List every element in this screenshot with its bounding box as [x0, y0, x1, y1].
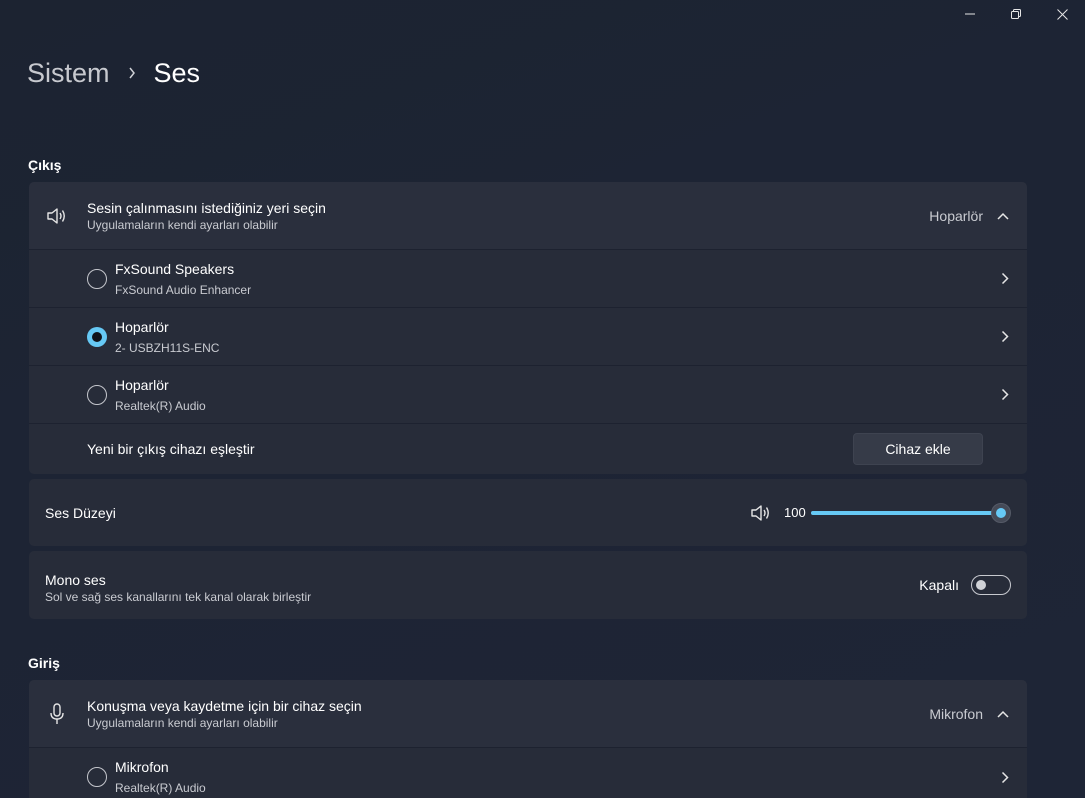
chevron-up-icon[interactable]: [997, 212, 1009, 220]
slider-thumb[interactable]: [991, 503, 1011, 523]
mono-text: Mono ses Sol ve sağ ses kanallarını tek …: [45, 571, 311, 605]
add-device-button[interactable]: Cihaz ekle: [853, 433, 983, 465]
section-label-input: Giriş: [28, 655, 60, 671]
device-detail: Realtek(R) Audio: [115, 781, 206, 795]
mono-title: Mono ses: [45, 572, 106, 588]
toggle-knob: [976, 580, 986, 590]
input-header-right: Mikrofon: [929, 706, 1009, 722]
microphone-icon: [45, 702, 69, 726]
device-radio[interactable]: [87, 767, 107, 787]
device-name: Mikrofon: [115, 759, 169, 775]
slider-fill: [811, 511, 1001, 515]
volume-label: Ses Düzeyi: [45, 505, 116, 521]
output-device-card: Sesin çalınmasını istediğiniz yeri seçin…: [29, 182, 1027, 474]
device-radio[interactable]: [87, 384, 107, 405]
window-controls: [947, 0, 1085, 28]
device-radio-selected[interactable]: [87, 326, 107, 347]
restore-icon: [1011, 9, 1021, 19]
output-device-header[interactable]: Sesin çalınmasını istediğiniz yeri seçin…: [29, 182, 1027, 250]
output-device-row[interactable]: Hoparlör Realtek(R) Audio: [29, 366, 1027, 424]
minimize-button[interactable]: [947, 0, 993, 28]
device-text: FxSound Speakers FxSound Audio Enhancer: [115, 260, 251, 298]
input-header-title: Konuşma veya kaydetme için bir cihaz seç…: [87, 697, 362, 714]
device-detail: 2- USBZH11S-ENC: [115, 340, 220, 355]
device-detail: FxSound Audio Enhancer: [115, 282, 252, 297]
device-text: Mikrofon Realtek(R) Audio: [115, 758, 206, 796]
output-header-text: Sesin çalınmasını istediğiniz yeri seçin…: [87, 199, 326, 233]
device-text: Hoparlör 2- USBZH11S-ENC: [115, 318, 219, 356]
input-device-card: Konuşma veya kaydetme için bir cihaz seç…: [29, 680, 1027, 798]
input-header-subtitle: Uygulamaların kendi ayarları olabilir: [87, 715, 278, 730]
output-header-right: Hoparlör: [929, 208, 1009, 224]
minimize-icon: [965, 13, 975, 15]
device-name: FxSound Speakers: [115, 260, 235, 277]
volume-slider[interactable]: [811, 503, 1011, 523]
speaker-icon: [45, 204, 69, 228]
speaker-icon[interactable]: [750, 503, 772, 528]
pair-text: Yeni bir çıkış cihazı eşleştir: [87, 440, 255, 458]
pair-label: Yeni bir çıkış cihazı eşleştir: [87, 441, 255, 457]
close-icon: [1056, 8, 1068, 20]
breadcrumb-parent[interactable]: Sistem: [27, 58, 110, 89]
input-device-header[interactable]: Konuşma veya kaydetme için bir cihaz seç…: [29, 680, 1027, 748]
mono-toggle-state: Kapalı: [919, 577, 959, 593]
mono-toggle-group: Kapalı: [919, 575, 1011, 595]
mono-audio-card: Mono ses Sol ve sağ ses kanallarını tek …: [29, 551, 1027, 619]
chevron-right-icon[interactable]: [1001, 272, 1009, 285]
input-device-row[interactable]: Mikrofon Realtek(R) Audio: [29, 748, 1027, 798]
device-name: Hoparlör: [115, 318, 169, 335]
volume-card: Ses Düzeyi 100: [29, 479, 1027, 546]
output-device-row[interactable]: FxSound Speakers FxSound Audio Enhancer: [29, 250, 1027, 308]
mono-toggle[interactable]: [971, 575, 1011, 595]
chevron-right-icon: [110, 67, 154, 79]
pair-device-row: Yeni bir çıkış cihazı eşleştir Cihaz ekl…: [29, 424, 1027, 474]
chevron-right-icon[interactable]: [1001, 388, 1009, 401]
chevron-right-icon[interactable]: [1001, 330, 1009, 343]
output-header-title: Sesin çalınmasını istediğiniz yeri seçin: [87, 199, 326, 216]
input-selected-value: Mikrofon: [929, 705, 983, 722]
device-name: Hoparlör: [115, 376, 169, 393]
output-selected-value: Hoparlör: [929, 207, 983, 224]
chevron-right-icon[interactable]: [1001, 771, 1009, 784]
volume-value: 100: [784, 505, 806, 520]
mono-subtitle: Sol ve sağ ses kanallarını tek kanal ola…: [45, 590, 312, 604]
breadcrumb: Sistem Ses: [27, 55, 200, 91]
chevron-up-icon[interactable]: [997, 710, 1009, 718]
page-title: Ses: [153, 57, 201, 88]
close-button[interactable]: [1039, 0, 1085, 28]
device-detail: Realtek(R) Audio: [115, 398, 206, 413]
output-header-subtitle: Uygulamaların kendi ayarları olabilir: [87, 217, 278, 232]
input-header-text: Konuşma veya kaydetme için bir cihaz seç…: [87, 697, 362, 731]
restore-button[interactable]: [993, 0, 1039, 28]
device-text: Hoparlör Realtek(R) Audio: [115, 376, 206, 414]
device-radio[interactable]: [87, 268, 107, 289]
section-label-output: Çıkış: [28, 157, 62, 173]
output-device-row[interactable]: Hoparlör 2- USBZH11S-ENC: [29, 308, 1027, 366]
